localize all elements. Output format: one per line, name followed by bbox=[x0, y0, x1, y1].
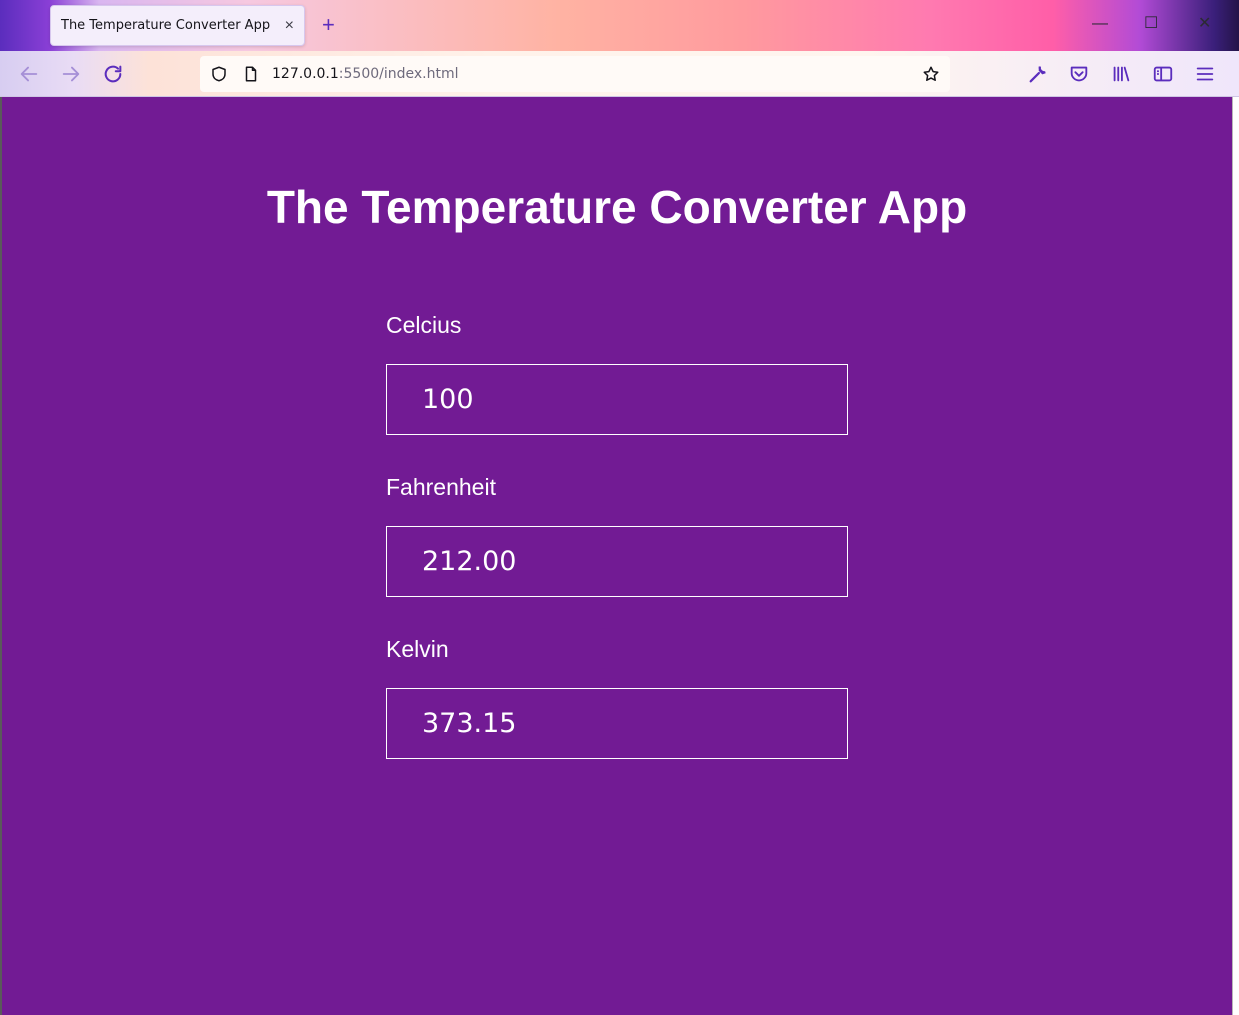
celsius-input[interactable] bbox=[386, 364, 848, 435]
forward-arrow-icon[interactable] bbox=[60, 63, 82, 85]
maximize-button[interactable]: ☐ bbox=[1144, 14, 1158, 34]
browser-tab[interactable]: The Temperature Converter App × bbox=[50, 5, 305, 46]
tab-title: The Temperature Converter App bbox=[61, 18, 271, 33]
back-arrow-icon[interactable] bbox=[18, 63, 40, 85]
url-path: :5500/index.html bbox=[338, 66, 459, 82]
fahrenheit-input[interactable] bbox=[386, 526, 848, 597]
browser-titlebar: The Temperature Converter App × + — ☐ ✕ bbox=[0, 0, 1239, 51]
page-title: The Temperature Converter App bbox=[266, 181, 968, 233]
sidebar-icon[interactable] bbox=[1152, 63, 1174, 85]
url-text[interactable]: 127.0.0.1:5500/index.html bbox=[272, 66, 459, 82]
wrench-icon[interactable] bbox=[1027, 63, 1049, 85]
kelvin-label: Kelvin bbox=[386, 636, 449, 662]
window-right-edge bbox=[1232, 97, 1239, 1015]
page-icon[interactable] bbox=[242, 65, 260, 83]
page-content: The Temperature Converter App Celcius Fa… bbox=[2, 97, 1232, 1015]
shield-icon[interactable] bbox=[210, 65, 228, 83]
close-window-button[interactable]: ✕ bbox=[1198, 14, 1211, 34]
fahrenheit-label: Fahrenheit bbox=[386, 474, 496, 500]
star-icon[interactable] bbox=[922, 65, 940, 83]
kelvin-input[interactable] bbox=[386, 688, 848, 759]
library-icon[interactable] bbox=[1110, 63, 1132, 85]
minimize-button[interactable]: — bbox=[1092, 14, 1108, 34]
new-tab-button[interactable]: + bbox=[322, 12, 335, 38]
browser-navbar: 127.0.0.1:5500/index.html bbox=[0, 51, 1239, 97]
reload-icon[interactable] bbox=[102, 63, 124, 85]
url-host: 127.0.0.1 bbox=[272, 66, 339, 82]
pocket-icon[interactable] bbox=[1068, 63, 1090, 85]
tab-close-icon[interactable]: × bbox=[285, 17, 294, 35]
celsius-label: Celcius bbox=[386, 312, 462, 338]
url-bar[interactable]: 127.0.0.1:5500/index.html bbox=[200, 56, 950, 92]
menu-icon[interactable] bbox=[1194, 63, 1216, 85]
